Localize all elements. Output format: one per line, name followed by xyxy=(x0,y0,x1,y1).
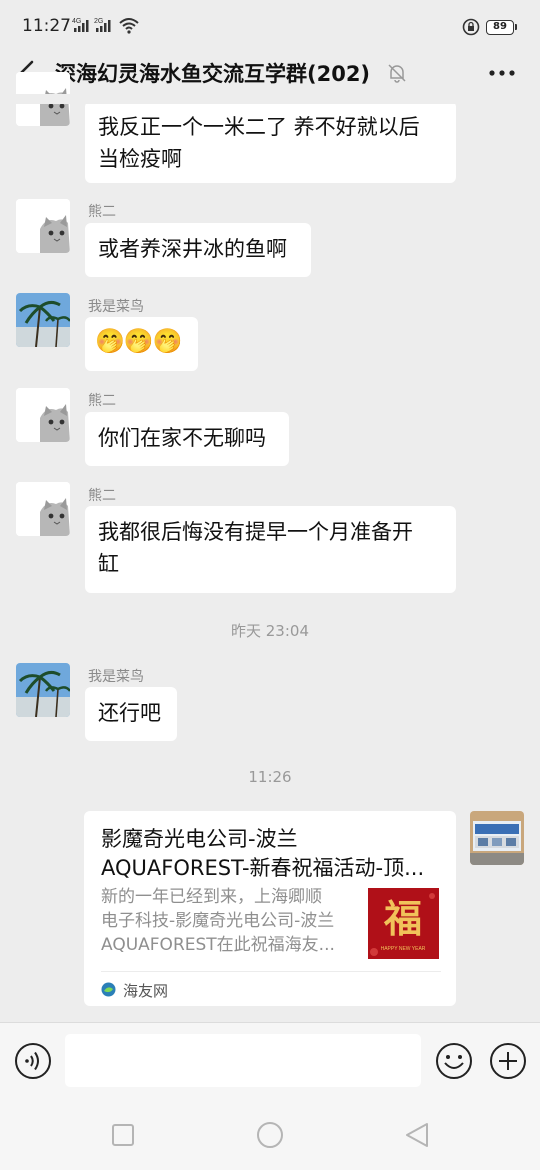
message-bubble[interactable]: 我都很后悔没有提早一个月准备开 缸 xyxy=(85,506,456,593)
chat-header: 深海幻灵海水鱼交流互学群(202) xyxy=(0,52,540,94)
avatar-wo-shi-cai-niao[interactable] xyxy=(16,663,70,717)
message-text: 我反正一个一米二了 养不好就以后 xyxy=(98,115,420,139)
avatar-xiong-er[interactable] xyxy=(16,482,70,536)
sender-name: 我是菜鸟 xyxy=(88,299,144,315)
link-title: 影魔奇光电公司-波兰 AQUAFOREST-新春祝福活动-顶... xyxy=(101,825,441,883)
avatar-xiong-er[interactable] xyxy=(16,388,70,442)
message-bubble[interactable]: 还行吧 xyxy=(85,687,177,741)
message-bubble[interactable]: 我反正一个一米二了 养不好就以后 当检疫啊 xyxy=(85,101,456,183)
voice-input-icon[interactable] xyxy=(14,1042,52,1080)
link-thumbnail: 福 HAPPY NEW YEAR xyxy=(368,888,439,959)
signal-4g-icon: 4G xyxy=(72,18,89,32)
emoji-icon[interactable] xyxy=(435,1042,473,1080)
battery-indicator: 89 xyxy=(486,20,517,35)
more-options-icon[interactable] xyxy=(486,60,518,86)
message-text: 或者养深井冰的鱼啊 xyxy=(98,237,287,261)
back-triangle-icon[interactable] xyxy=(402,1120,432,1150)
status-bar: 11:27 4G 2G 89 xyxy=(0,0,540,52)
timestamp: 11:26 xyxy=(248,768,292,786)
message-text: 缸 xyxy=(98,552,119,576)
timestamp: 昨天 23:04 xyxy=(231,622,309,640)
link-title-line: AQUAFOREST-新春祝福活动-顶... xyxy=(101,856,425,880)
link-title-line: 影魔奇光电公司-波兰 xyxy=(101,827,298,851)
link-description: 新的一年已经到来，上海卿顺 电子科技-影魔奇光电公司-波兰 AQUAFOREST… xyxy=(101,885,349,957)
chat-title: 深海幻灵海水鱼交流互学群(202) xyxy=(55,62,371,86)
system-nav-bar xyxy=(0,1098,540,1170)
link-desc-line: 新的一年已经到来，上海卿顺 xyxy=(101,887,322,907)
thumb-caption: HAPPY NEW YEAR xyxy=(381,946,426,952)
avatar-wo-shi-cai-niao[interactable] xyxy=(16,293,70,347)
rotation-lock-icon xyxy=(462,18,480,36)
message-text: 你们在家不无聊吗 xyxy=(98,426,266,450)
input-bar xyxy=(0,1022,540,1098)
message-input[interactable] xyxy=(65,1034,421,1087)
link-divider xyxy=(101,971,441,972)
message-text: 我都很后悔没有提早一个月准备开 xyxy=(98,520,413,544)
sender-name: 熊二 xyxy=(88,393,116,409)
sender-name: 我是菜鸟 xyxy=(88,669,144,685)
fu-character: 福 xyxy=(383,896,422,941)
scroll-edge xyxy=(0,94,540,104)
shared-link-card[interactable]: 影魔奇光电公司-波兰 AQUAFOREST-新春祝福活动-顶... 新的一年已经… xyxy=(84,811,456,1006)
wifi-icon xyxy=(119,18,139,34)
message-bubble[interactable]: 或者养深井冰的鱼啊 xyxy=(85,223,311,277)
message-bubble[interactable]: 🤭🤭🤭 xyxy=(85,317,198,371)
message-text: 还行吧 xyxy=(98,701,161,725)
recents-square-icon[interactable] xyxy=(108,1120,138,1150)
sender-name: 熊二 xyxy=(88,488,116,504)
source-app-icon xyxy=(101,982,116,997)
link-source: 海友网 xyxy=(123,982,169,1000)
signal-4g-label: 4G xyxy=(72,18,81,25)
sender-name: 熊二 xyxy=(88,204,116,220)
message-bubble[interactable]: 你们在家不无聊吗 xyxy=(85,412,289,466)
emoji-message: 🤭🤭🤭 xyxy=(95,327,183,355)
avatar-self[interactable] xyxy=(470,811,524,865)
home-circle-icon[interactable] xyxy=(255,1120,285,1150)
status-time: 11:27 xyxy=(22,16,71,36)
link-desc-line: AQUAFOREST在此祝福海友... xyxy=(101,935,335,955)
mute-bell-icon xyxy=(388,64,406,83)
avatar-xiong-er[interactable] xyxy=(16,199,70,253)
signal-2g-label: 2G xyxy=(94,18,103,25)
plus-icon[interactable] xyxy=(489,1042,527,1080)
message-text: 当检疫啊 xyxy=(98,147,182,171)
signal-2g-icon: 2G xyxy=(94,18,111,32)
link-desc-line: 电子科技-影魔奇光电公司-波兰 xyxy=(101,911,335,931)
